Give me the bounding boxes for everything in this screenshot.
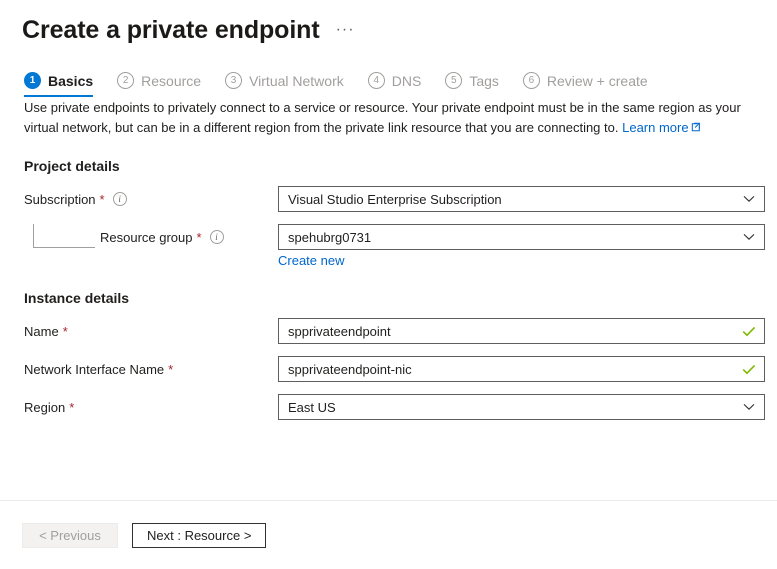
resource-group-label: Resource group * i: [24, 230, 278, 245]
step-number-1: 1: [24, 72, 41, 89]
name-label-text: Name: [24, 324, 59, 339]
field-region: Region * East US: [0, 394, 777, 420]
chevron-down-icon: [734, 395, 764, 419]
step-number-2: 2: [117, 72, 134, 89]
network-interface-name-required-asterisk: *: [168, 362, 173, 377]
subscription-label-text: Subscription: [24, 192, 96, 207]
network-interface-name-label: Network Interface Name *: [24, 362, 278, 377]
resource-group-dropdown[interactable]: spehubrg0731: [278, 224, 765, 250]
previous-button[interactable]: < Previous: [22, 523, 118, 548]
name-value: spprivateendpoint: [288, 324, 734, 339]
resource-group-label-text: Resource group: [100, 230, 193, 245]
step-number-6: 6: [523, 72, 540, 89]
chevron-down-icon: [734, 225, 764, 249]
section-heading-instance-details: Instance details: [24, 290, 777, 306]
region-dropdown[interactable]: East US: [278, 394, 765, 420]
page-title: Create a private endpoint: [22, 14, 320, 46]
wizard-steps: 1 Basics 2 Resource 3 Virtual Network 4 …: [0, 46, 777, 86]
region-required-asterisk: *: [69, 400, 74, 415]
tab-resource[interactable]: 2 Resource: [117, 72, 201, 97]
subscription-required-asterisk: *: [100, 192, 105, 207]
tab-basics-label: Basics: [48, 73, 93, 89]
resource-group-required-asterisk: *: [197, 230, 202, 245]
tab-tags-label: Tags: [469, 73, 499, 89]
tab-resource-label: Resource: [141, 73, 201, 89]
region-value: East US: [288, 400, 734, 415]
step-number-5: 5: [445, 72, 462, 89]
page-header: Create a private endpoint ···: [0, 0, 777, 46]
more-options-icon[interactable]: ···: [336, 25, 355, 35]
field-network-interface-name: Network Interface Name * spprivateendpoi…: [0, 356, 777, 382]
region-label-text: Region: [24, 400, 65, 415]
subscription-value: Visual Studio Enterprise Subscription: [288, 192, 734, 207]
description-text: Use private endpoints to privately conne…: [24, 98, 755, 138]
tab-tags[interactable]: 5 Tags: [445, 72, 499, 97]
project-details-form: Subscription * i Visual Studio Enterpris…: [0, 186, 777, 268]
valid-check-icon: [734, 357, 764, 381]
external-link-icon: [691, 118, 701, 138]
field-resource-group: Resource group * i spehubrg0731: [0, 224, 777, 250]
valid-check-icon: [734, 319, 764, 343]
create-new-resource-group-link[interactable]: Create new: [278, 253, 344, 268]
section-heading-project-details: Project details: [24, 158, 777, 174]
field-subscription: Subscription * i Visual Studio Enterpris…: [0, 186, 777, 212]
resource-group-value: spehubrg0731: [288, 230, 734, 245]
learn-more-link[interactable]: Learn more: [622, 120, 700, 135]
tab-review-create-label: Review + create: [547, 73, 648, 89]
step-number-3: 3: [225, 72, 242, 89]
subscription-dropdown[interactable]: Visual Studio Enterprise Subscription: [278, 186, 765, 212]
step-number-4: 4: [368, 72, 385, 89]
chevron-down-icon: [734, 187, 764, 211]
subscription-label: Subscription * i: [24, 192, 278, 207]
tab-dns-label: DNS: [392, 73, 422, 89]
field-name: Name * spprivateendpoint: [0, 318, 777, 344]
learn-more-label: Learn more: [622, 120, 688, 135]
name-required-asterisk: *: [63, 324, 68, 339]
tab-basics[interactable]: 1 Basics: [24, 72, 93, 97]
name-label: Name *: [24, 324, 278, 339]
tab-review-create[interactable]: 6 Review + create: [523, 72, 648, 97]
info-icon[interactable]: i: [210, 230, 224, 244]
region-label: Region *: [24, 400, 278, 415]
info-icon[interactable]: i: [113, 192, 127, 206]
network-interface-name-input[interactable]: spprivateendpoint-nic: [278, 356, 765, 382]
name-input[interactable]: spprivateendpoint: [278, 318, 765, 344]
wizard-footer: < Previous Next : Resource >: [22, 523, 266, 548]
next-resource-button[interactable]: Next : Resource >: [132, 523, 266, 548]
tab-virtual-network[interactable]: 3 Virtual Network: [225, 72, 344, 97]
footer-divider: [0, 500, 777, 501]
tab-virtual-network-label: Virtual Network: [249, 73, 344, 89]
tab-dns[interactable]: 4 DNS: [368, 72, 422, 97]
instance-details-form: Name * spprivateendpoint Network Interfa…: [0, 318, 777, 420]
network-interface-name-value: spprivateendpoint-nic: [288, 362, 734, 377]
network-interface-name-label-text: Network Interface Name: [24, 362, 164, 377]
